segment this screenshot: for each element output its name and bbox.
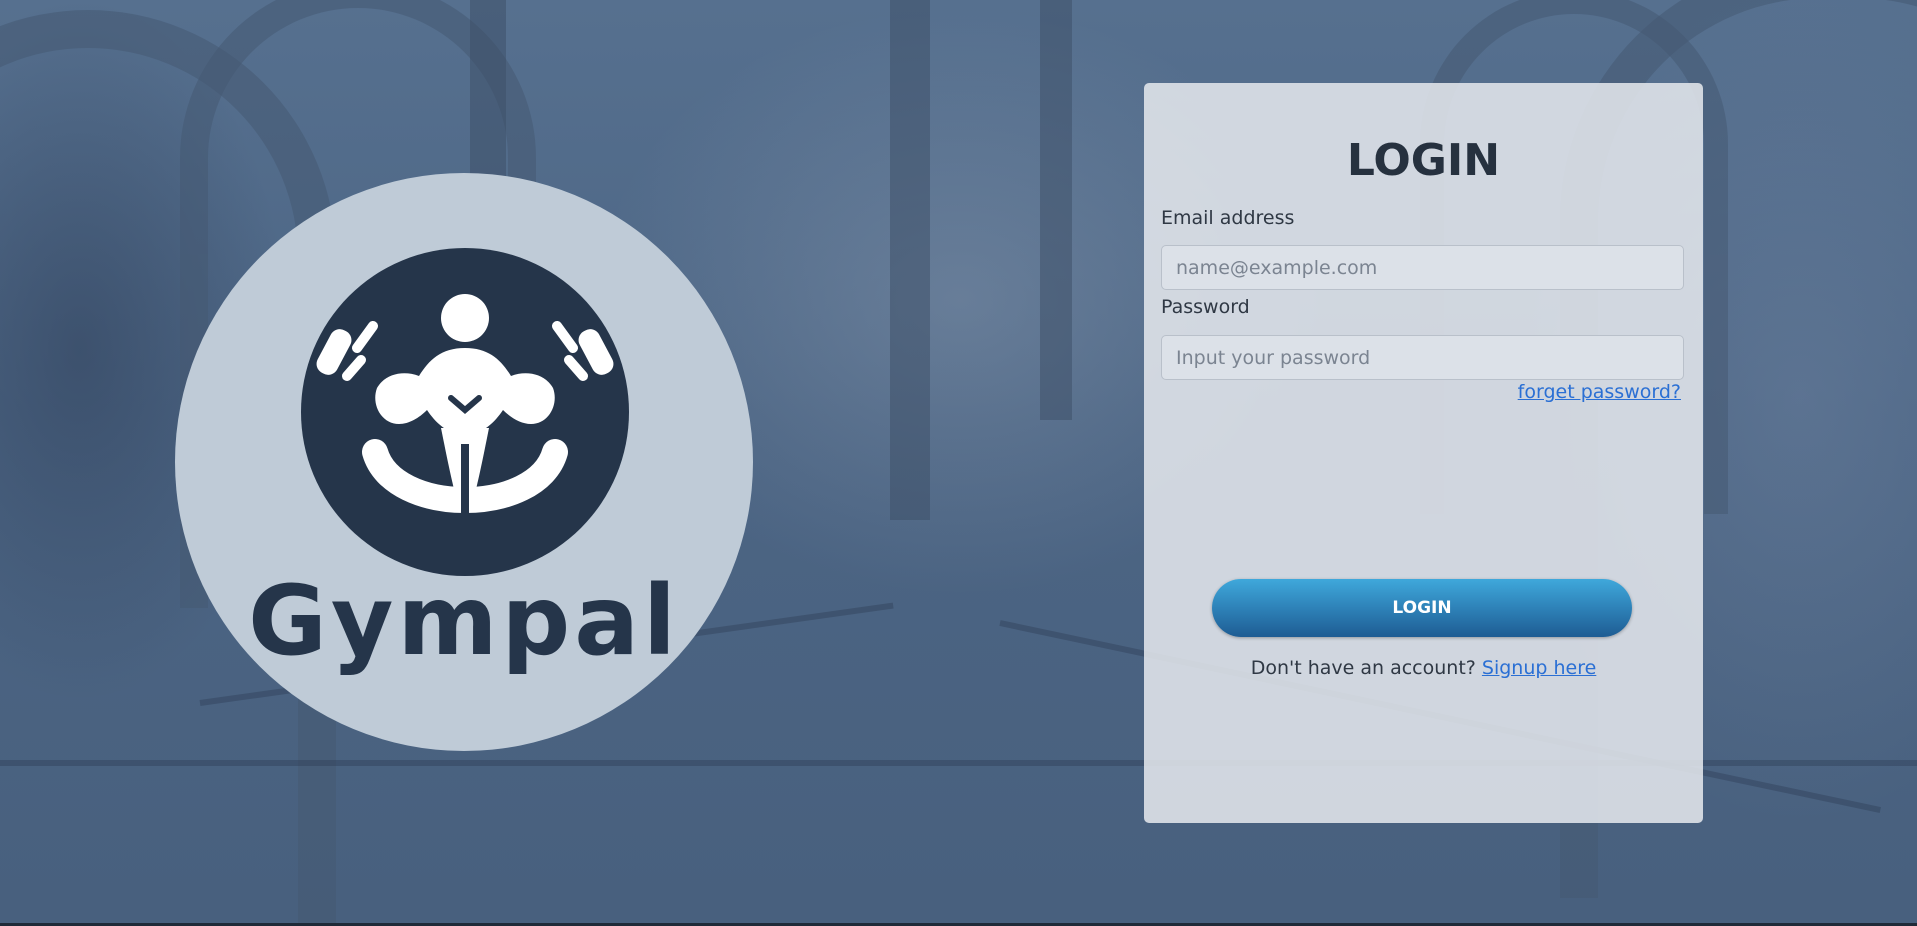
- signup-link[interactable]: Signup here: [1482, 657, 1596, 679]
- login-title: LOGIN: [1346, 135, 1501, 186]
- muscle-person-emblem-icon: [301, 248, 629, 576]
- forgot-password-link[interactable]: forget password?: [1518, 381, 1681, 403]
- signup-row: Don't have an account? Signup here: [1144, 657, 1703, 679]
- password-field[interactable]: [1161, 335, 1684, 380]
- brand-name: Gympal: [248, 565, 680, 677]
- password-label: Password: [1161, 296, 1250, 318]
- signup-prompt: Don't have an account?: [1250, 657, 1476, 679]
- login-button[interactable]: LOGIN: [1212, 579, 1632, 637]
- login-card: LOGIN Email address Password forget pass…: [1144, 83, 1703, 823]
- email-label: Email address: [1161, 207, 1295, 229]
- email-field[interactable]: [1161, 245, 1684, 290]
- brand-logo: Gympal: [175, 173, 753, 751]
